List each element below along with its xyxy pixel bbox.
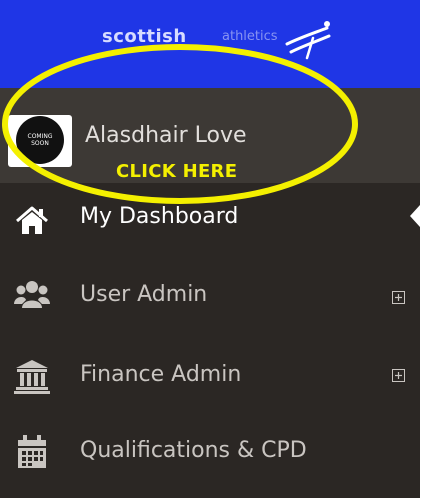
click-here-annotation: CLICK HERE [116,161,238,182]
brand-swirl-icon [285,21,331,60]
brand-header[interactable]: scottish athletics [0,0,420,88]
avatar-text-line2: SOON [31,140,49,147]
brand-name-light: athletics [222,29,278,44]
nav-item-qualifications-cpd[interactable]: Qualifications & CPD [0,414,420,492]
nav-label-qualifications-cpd: Qualifications & CPD [80,438,307,463]
expand-plus-icon[interactable] [392,369,405,382]
expand-plus-icon[interactable] [392,291,405,304]
sidebar: scottish athletics COMING SOON Alasdhair… [0,0,420,498]
avatar-image: COMING SOON [16,116,64,164]
nav-label-user-admin: User Admin [80,282,208,307]
nav-item-my-dashboard[interactable]: My Dashboard [0,183,420,261]
active-indicator [410,205,420,227]
nav-item-user-admin[interactable]: User Admin [0,258,420,336]
nav-label-finance-admin: Finance Admin [80,362,242,387]
avatar[interactable]: COMING SOON [8,115,72,167]
home-icon [16,206,48,234]
bank-icon [14,360,50,394]
nav-label-my-dashboard: My Dashboard [80,204,239,229]
user-name[interactable]: Alasdhair Love [85,123,247,148]
nav-item-finance-admin[interactable]: Finance Admin [0,336,420,414]
avatar-text-line1: COMING [27,133,53,140]
brand-name-bold: scottish [102,26,187,47]
calendar-icon [18,435,46,468]
users-icon [14,281,50,308]
brand-logo: scottish athletics [72,21,332,64]
